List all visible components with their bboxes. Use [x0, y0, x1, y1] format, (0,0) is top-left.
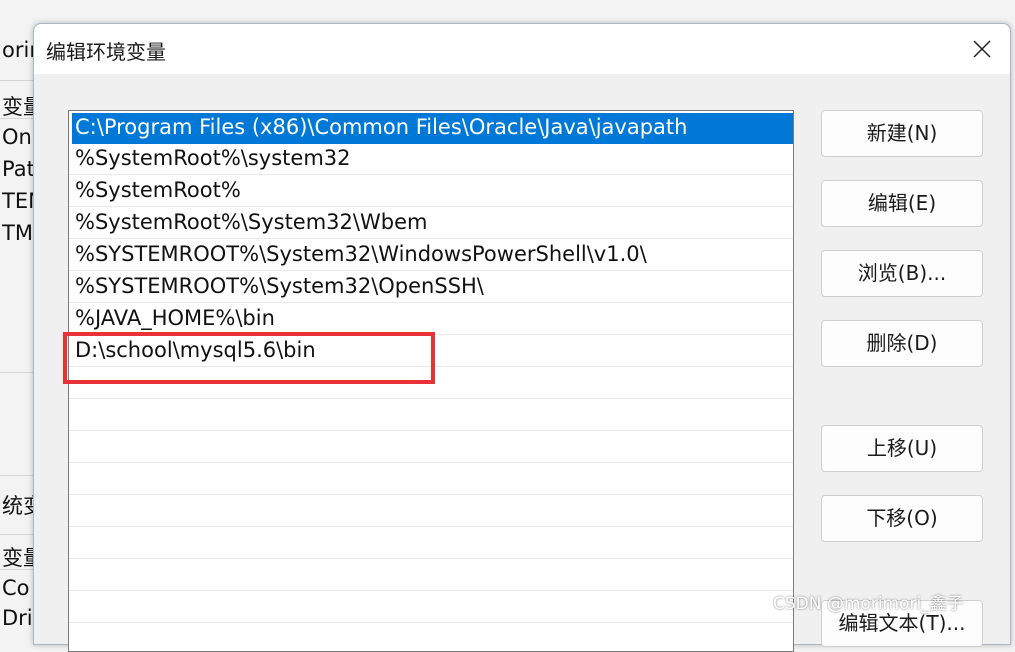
browse-button[interactable]: 浏览(B)...	[821, 250, 983, 297]
path-list-item[interactable]: C:\Program Files (x86)\Common Files\Orac…	[72, 113, 793, 144]
empty-list-row[interactable]	[69, 528, 793, 559]
empty-list-row[interactable]	[69, 592, 793, 623]
edit-env-var-dialog: 编辑环境变量 C:\Program Files (x86)\Common Fil…	[33, 23, 1011, 652]
path-value: %SystemRoot%\system32	[75, 146, 351, 170]
background-divider	[0, 372, 34, 373]
dialog-titlebar[interactable]: 编辑环境变量	[34, 24, 1010, 74]
background-user-var[interactable]: On	[2, 125, 32, 149]
path-value: %SystemRoot%\System32\Wbem	[75, 210, 428, 234]
dialog-title: 编辑环境变量	[46, 40, 166, 64]
path-list-item[interactable]: %SYSTEMROOT%\System32\WindowsPowerShell\…	[69, 240, 793, 271]
path-list-item[interactable]: %SystemRoot%\System32\Wbem	[69, 208, 793, 239]
empty-list-row[interactable]	[69, 400, 793, 431]
move-up-button[interactable]: 上移(U)	[821, 425, 983, 472]
close-button[interactable]	[964, 32, 1000, 66]
watermark: CSDN @morimori_鑫子	[773, 594, 964, 614]
path-list-item[interactable]: %SystemRoot%\system32	[69, 144, 793, 175]
empty-list-row[interactable]	[69, 432, 793, 463]
empty-list-row[interactable]	[69, 496, 793, 527]
background-divider	[0, 569, 34, 570]
background-divider	[0, 80, 34, 81]
path-value: %SYSTEMROOT%\System32\WindowsPowerShell\…	[75, 242, 647, 266]
background-system-var[interactable]: Co	[2, 576, 30, 600]
background-user-var[interactable]: Pat	[2, 157, 35, 181]
background-divider	[0, 118, 34, 119]
background-user-var[interactable]: TM	[2, 221, 33, 245]
empty-list-row[interactable]	[69, 464, 793, 495]
path-value: %SystemRoot%	[75, 178, 241, 202]
background-divider	[0, 534, 34, 535]
path-list-item[interactable]: %JAVA_HOME%\bin	[69, 304, 793, 335]
delete-button[interactable]: 删除(D)	[821, 320, 983, 367]
new-button[interactable]: 新建(N)	[821, 110, 983, 157]
edit-button[interactable]: 编辑(E)	[821, 180, 983, 227]
annotation-highlight-box	[63, 332, 435, 384]
move-down-button[interactable]: 下移(O)	[821, 495, 983, 542]
path-value: C:\Program Files (x86)\Common Files\Orac…	[75, 115, 688, 139]
empty-list-row[interactable]	[69, 560, 793, 591]
background-system-var[interactable]: Dri	[2, 606, 33, 630]
path-list-item[interactable]: %SYSTEMROOT%\System32\OpenSSH\	[69, 272, 793, 303]
background-divider	[0, 475, 34, 476]
empty-list-row[interactable]	[69, 624, 793, 651]
path-value: %JAVA_HOME%\bin	[75, 306, 275, 330]
path-value: %SYSTEMROOT%\System32\OpenSSH\	[75, 274, 484, 298]
close-icon	[973, 40, 991, 58]
path-list-item[interactable]: %SystemRoot%	[69, 176, 793, 207]
